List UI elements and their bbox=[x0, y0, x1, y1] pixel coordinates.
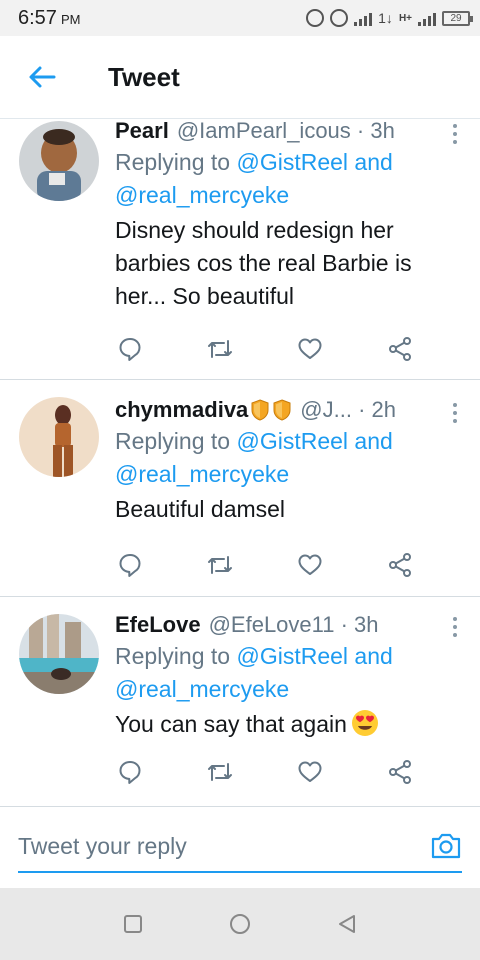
heart-icon bbox=[298, 761, 322, 782]
mention-and: and bbox=[348, 149, 393, 175]
display-name-text: chymmadiva bbox=[115, 397, 249, 422]
mention-link[interactable]: @GistReel bbox=[236, 149, 348, 175]
status-time: 6:57 PM bbox=[18, 7, 80, 30]
share-icon bbox=[389, 553, 411, 577]
network-type-label: H+ bbox=[398, 12, 412, 24]
status-icons: 1↓ H+ 29 bbox=[306, 9, 473, 27]
replying-prefix: Replying to bbox=[115, 643, 237, 669]
tweet-actions bbox=[115, 757, 415, 787]
tweet[interactable]: Pearl @IamPearl_icous · 3h Replying to @… bbox=[0, 118, 480, 380]
share-button[interactable] bbox=[385, 334, 415, 364]
data-arrows-icon: 1↓ bbox=[378, 10, 393, 26]
reply-icon bbox=[119, 554, 141, 577]
tweet-actions bbox=[115, 334, 415, 364]
replying-prefix: Replying to bbox=[115, 149, 237, 175]
camera-icon[interactable] bbox=[430, 832, 462, 860]
like-button[interactable] bbox=[295, 334, 325, 364]
tweet-text: You can say that again bbox=[115, 708, 460, 741]
battery-icon: 29 bbox=[442, 10, 473, 26]
like-button[interactable] bbox=[295, 550, 325, 580]
app-header: Tweet bbox=[0, 36, 480, 118]
retweet-icon bbox=[208, 763, 232, 781]
handle-time: @EfeLove11 · 3h bbox=[208, 612, 379, 637]
more-options-icon[interactable] bbox=[452, 124, 458, 144]
more-options-icon[interactable] bbox=[452, 403, 458, 423]
battery-level: 29 bbox=[450, 12, 462, 24]
handle-time: @IamPearl_icous · 3h bbox=[176, 118, 395, 143]
reply-icon bbox=[119, 761, 141, 784]
sim-icon bbox=[330, 9, 349, 27]
signal-icon-2 bbox=[418, 10, 436, 26]
tweet-text: Beautiful damsel bbox=[115, 496, 286, 522]
retweet-button[interactable] bbox=[205, 550, 235, 580]
display-name[interactable]: chymmadiva bbox=[115, 395, 248, 425]
tweet-actions bbox=[115, 550, 415, 580]
mention-link[interactable]: @GistReel bbox=[236, 428, 348, 454]
retweet-icon bbox=[208, 340, 232, 358]
retweet-button[interactable] bbox=[205, 757, 235, 787]
avatar[interactable] bbox=[19, 121, 99, 201]
mention-link[interactable]: @real_mercyeke bbox=[115, 182, 289, 208]
share-button[interactable] bbox=[385, 550, 415, 580]
heart-icon bbox=[298, 338, 322, 359]
mention-link[interactable]: @GistReel bbox=[236, 643, 348, 669]
replying-prefix: Replying to bbox=[115, 428, 237, 454]
avatar-image bbox=[19, 614, 99, 694]
share-icon bbox=[389, 760, 411, 784]
back-triangle-icon[interactable] bbox=[336, 913, 358, 935]
home-circle-icon[interactable] bbox=[228, 912, 252, 936]
tweet-meta: chymmadiva @J... · 2h bbox=[115, 395, 460, 425]
mention-and: and bbox=[348, 428, 393, 454]
recents-square-icon[interactable] bbox=[122, 913, 144, 935]
retweet-button[interactable] bbox=[205, 334, 235, 364]
shield-emoji-icon bbox=[251, 399, 269, 421]
share-icon bbox=[389, 337, 411, 361]
alarm-icon bbox=[306, 9, 325, 27]
reply-button[interactable] bbox=[115, 757, 145, 787]
replying-to: Replying to @GistReel and @real_mercyeke bbox=[115, 640, 460, 706]
reply-feed[interactable]: Pearl @IamPearl_icous · 3h Replying to @… bbox=[0, 118, 480, 806]
reply-button[interactable] bbox=[115, 550, 145, 580]
avatar-image bbox=[19, 121, 99, 201]
mention-link[interactable]: @real_mercyeke bbox=[115, 676, 289, 702]
time-ampm: PM bbox=[60, 11, 81, 27]
more-options-icon[interactable] bbox=[452, 617, 458, 637]
replying-to: Replying to @GistReel and @real_mercyeke bbox=[115, 425, 460, 491]
reply-button[interactable] bbox=[115, 334, 145, 364]
time-text: 6:57 bbox=[18, 6, 57, 29]
heart-eyes-emoji-icon bbox=[351, 710, 378, 736]
share-button[interactable] bbox=[385, 757, 415, 787]
shield-emoji-icon bbox=[273, 399, 291, 421]
reply-input[interactable]: Tweet your reply bbox=[18, 821, 462, 873]
back-arrow-icon bbox=[29, 66, 56, 88]
display-name[interactable]: Pearl bbox=[115, 119, 169, 146]
back-button[interactable] bbox=[0, 36, 84, 118]
heart-icon bbox=[298, 554, 322, 575]
replying-to: Replying to @GistReel and @real_mercyeke bbox=[115, 146, 460, 212]
tweet-text: Disney should redesign her barbies cos t… bbox=[115, 217, 412, 309]
mention-link[interactable]: @real_mercyeke bbox=[115, 461, 289, 487]
tweet[interactable]: EfeLove @EfeLove11 · 3h Replying to @Gis… bbox=[0, 597, 480, 806]
tweet-text-content: You can say that again bbox=[115, 711, 347, 737]
retweet-icon bbox=[208, 556, 232, 574]
like-button[interactable] bbox=[295, 757, 325, 787]
avatar[interactable] bbox=[19, 614, 99, 694]
reply-composer: Tweet your reply bbox=[0, 806, 480, 888]
handle-time: @J... · 2h bbox=[300, 397, 396, 422]
reply-icon bbox=[119, 338, 141, 361]
avatar[interactable] bbox=[19, 397, 99, 477]
status-bar: 6:57 PM 1↓ H+ 29 bbox=[0, 0, 480, 36]
page-title: Tweet bbox=[108, 61, 180, 92]
avatar-image bbox=[19, 397, 99, 477]
signal-icon bbox=[354, 10, 373, 26]
reply-placeholder: Tweet your reply bbox=[18, 832, 187, 859]
tweet-meta: Pearl @IamPearl_icous · 3h bbox=[115, 118, 460, 146]
mention-and: and bbox=[348, 643, 393, 669]
tweet-meta: EfeLove @EfeLove11 · 3h bbox=[115, 610, 460, 640]
system-nav-bar bbox=[0, 888, 480, 960]
display-name[interactable]: EfeLove bbox=[115, 610, 201, 640]
tweet[interactable]: chymmadiva @J... · 2h Replying to @GistR… bbox=[0, 380, 480, 597]
